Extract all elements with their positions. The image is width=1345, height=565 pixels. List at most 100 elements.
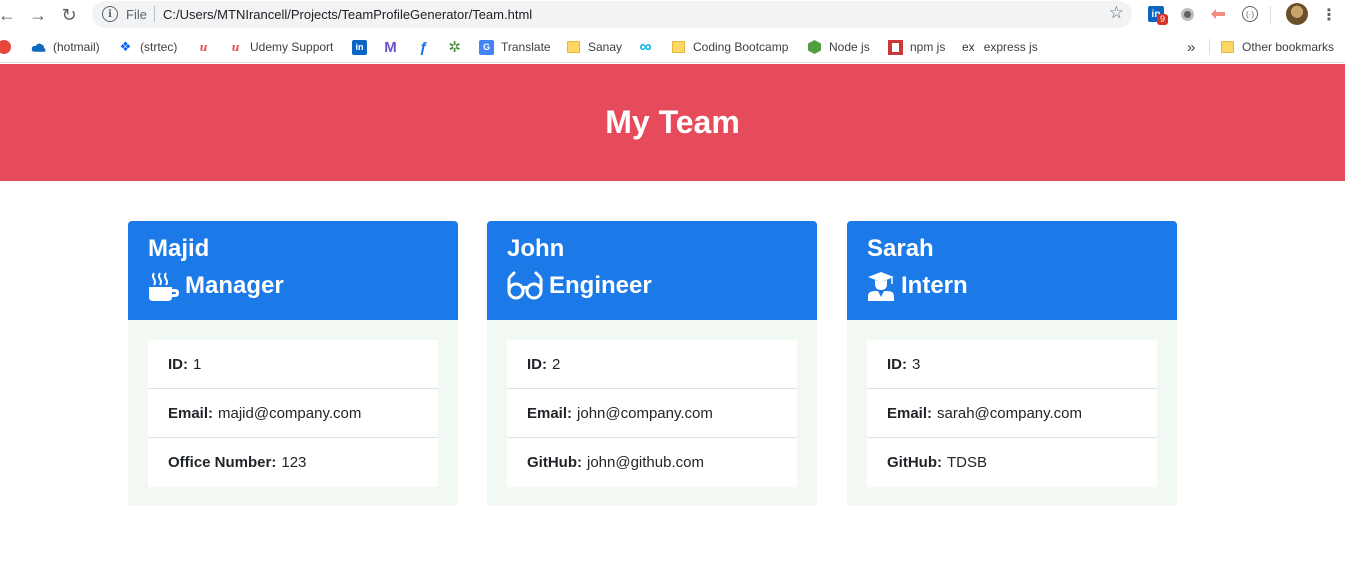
employee-details: ID: 3 Email: sarah@company.com GitHub: TDSB <box>867 340 1157 487</box>
site-info-icon[interactable]: i <box>102 6 118 22</box>
freelancer-icon: ƒ <box>419 38 428 56</box>
bookmark-freelancer[interactable]: ƒ <box>416 38 438 56</box>
infinity-icon: ∞ <box>639 37 652 56</box>
bookmark-npm-js[interactable]: npm js <box>888 38 945 56</box>
bookmark-node-js[interactable]: Node js <box>807 38 870 56</box>
bookmark-express-js[interactable]: ex express js <box>962 38 1038 56</box>
employee-name: Sarah <box>867 235 934 262</box>
omnibox-divider <box>154 6 155 22</box>
bookmark-udemy-support[interactable]: u Udemy Support <box>228 38 334 56</box>
detail-label: GitHub: <box>887 454 942 471</box>
role-label: Engineer <box>549 272 652 299</box>
bookmarks-bar: (hotmail) ❖ (strtec) u u Udemy Support i… <box>0 30 1345 63</box>
mug-icon <box>149 272 179 301</box>
bookmark-label: Translate <box>501 40 551 54</box>
back-icon[interactable]: ← <box>0 4 18 26</box>
detail-id: ID: 1 <box>148 340 438 389</box>
detail-email: Email: sarah@company.com <box>867 389 1157 438</box>
email-link[interactable]: john@company.com <box>577 405 713 422</box>
extension-share-icon[interactable] <box>1209 5 1227 23</box>
bookmark-coding-bootcamp[interactable]: Coding Bootcamp <box>671 38 788 56</box>
linkedin-badge: 9 <box>1157 14 1169 25</box>
glasses-icon <box>507 271 543 300</box>
bookmark-other-bookmarks[interactable]: Other bookmarks <box>1220 38 1334 56</box>
employee-card-intern: Sarah Intern ID: 3 Email: sarah@company.co… <box>847 221 1177 506</box>
card-header: John Engineer <box>487 221 817 320</box>
employee-details: ID: 1 Email: majid@company.com Office Numb… <box>148 340 438 487</box>
bookmark-app-icon[interactable] <box>0 38 18 56</box>
detail-value: 2 <box>552 355 561 373</box>
forward-icon[interactable]: → <box>27 4 49 26</box>
dropbox-icon: ❖ <box>119 39 132 54</box>
scheme-label: File <box>126 7 147 22</box>
nodejs-icon <box>807 40 822 55</box>
detail-id: ID: 3 <box>867 340 1157 389</box>
employee-name: John <box>507 235 565 262</box>
folder-icon <box>566 40 581 55</box>
detail-email: Email: majid@company.com <box>148 389 438 438</box>
page-title: My Team <box>605 104 740 140</box>
employee-name: Majid <box>148 235 210 262</box>
github-link[interactable]: TDSB <box>947 454 987 471</box>
email-link[interactable]: majid@company.com <box>218 405 361 422</box>
reload-icon[interactable]: ↻ <box>58 4 80 26</box>
toolbar-divider <box>1270 6 1271 24</box>
employee-role: Intern <box>867 271 1157 301</box>
github-link[interactable]: john@github.com <box>587 454 704 471</box>
bookmark-linkedin[interactable]: in <box>352 38 374 56</box>
linkedin-icon: in <box>352 39 367 55</box>
employee-details: ID: 2 Email: john@company.com GitHub: john@… <box>507 340 797 487</box>
express-icon: ex <box>962 40 975 54</box>
bookmark-hotmail[interactable]: (hotmail) <box>31 38 100 56</box>
detail-value: 123 <box>281 454 307 471</box>
extension-code-icon[interactable]: (·) <box>1241 5 1259 23</box>
address-bar[interactable]: i File C:/Users/MTNIrancell/Projects/Tea… <box>92 1 1132 28</box>
profile-avatar[interactable] <box>1286 3 1308 25</box>
bookmark-label: npm js <box>910 40 946 54</box>
team-header: My Team <box>0 64 1345 181</box>
detail-label: Email: <box>527 404 573 422</box>
detail-label: ID: <box>527 355 547 373</box>
gmail-icon: M <box>384 38 397 56</box>
bookmark-sanay[interactable]: Sanay <box>566 38 622 56</box>
detail-value: 3 <box>912 355 921 373</box>
udemy-icon: u <box>231 40 240 54</box>
bookmark-infinity[interactable]: ∞ <box>638 37 660 56</box>
bookmark-label: Node js <box>829 40 870 54</box>
bookmark-chrome-app[interactable]: ✲ <box>447 38 469 56</box>
detail-label: ID: <box>168 355 188 373</box>
card-header: Sarah Intern <box>847 221 1177 320</box>
bookmark-gmail[interactable]: M <box>383 38 405 56</box>
onedrive-icon <box>31 40 46 55</box>
bookmark-translate[interactable]: G Translate <box>479 38 551 56</box>
bookmark-label: (hotmail) <box>53 40 100 54</box>
detail-id: ID: 2 <box>507 340 797 389</box>
card-header: Majid Manager <box>128 221 458 320</box>
detail-label: Email: <box>168 404 214 422</box>
bookmark-label: express js <box>983 40 1038 54</box>
menu-kebab-icon[interactable]: ⋮ <box>1318 4 1340 26</box>
folder-icon <box>1220 40 1235 55</box>
detail-label: GitHub: <box>527 454 582 471</box>
linkedin-extension-icon[interactable]: in 9 <box>1147 5 1169 25</box>
detail-email: Email: john@company.com <box>507 389 797 438</box>
extension-circle-icon[interactable] <box>1178 5 1196 23</box>
bookmarks-overflow-chevron[interactable]: » <box>1187 38 1195 56</box>
role-label: Intern <box>901 272 968 299</box>
employee-card-engineer: John Engineer ID: 2 Email: john@company.co… <box>487 221 817 506</box>
bookmark-udemy[interactable]: u <box>196 38 218 56</box>
detail-label: Email: <box>887 404 933 422</box>
detail-office-number: Office Number: 123 <box>148 438 438 487</box>
graduate-icon <box>868 272 894 301</box>
detail-label: ID: <box>887 355 907 373</box>
bookmark-label: (strtec) <box>140 40 178 54</box>
email-link[interactable]: sarah@company.com <box>937 405 1082 422</box>
employee-role: Engineer <box>507 271 797 301</box>
employee-role: Manager <box>148 271 438 301</box>
google-translate-icon: G <box>479 39 494 55</box>
gear-app-icon: ✲ <box>448 39 461 56</box>
bookmark-label: Other bookmarks <box>1242 40 1335 54</box>
bookmark-strtec[interactable]: ❖ (strtec) <box>118 38 178 56</box>
url-text[interactable]: C:/Users/MTNIrancell/Projects/TeamProfil… <box>163 7 532 22</box>
bookmark-star-icon[interactable]: ☆ <box>1109 3 1124 23</box>
